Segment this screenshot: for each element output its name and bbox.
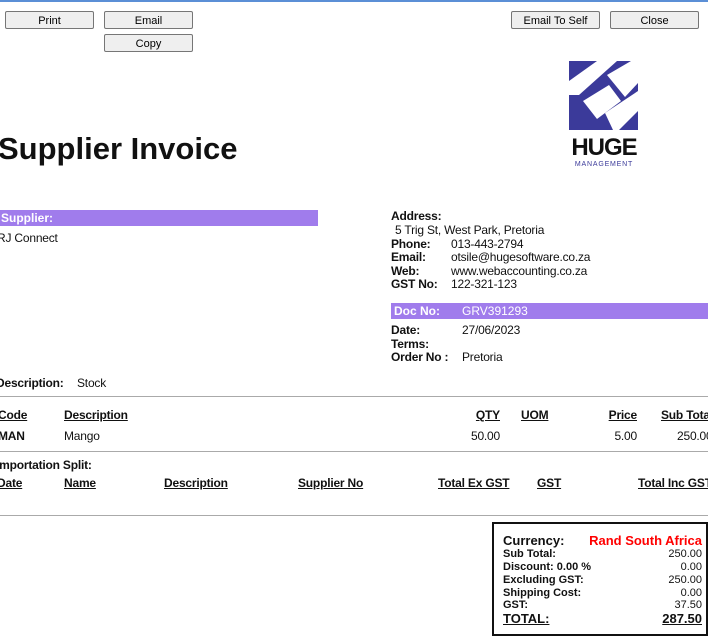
- total-value: 287.50: [662, 611, 702, 626]
- copy-button[interactable]: Copy: [104, 34, 193, 52]
- subtotal-value: 250.00: [668, 548, 702, 560]
- gst-total-label: GST:: [503, 599, 529, 611]
- order-no-value: Pretoria: [462, 350, 503, 364]
- gst-total-value: 37.50: [674, 599, 702, 611]
- excluding-gst-value: 250.00: [668, 574, 702, 586]
- row-price: 5.00: [614, 429, 637, 443]
- row-qty: 50.00: [470, 429, 500, 443]
- terms-label: Terms:: [391, 337, 429, 351]
- currency-value: Rand South Africa: [589, 533, 702, 548]
- company-logo: [569, 61, 638, 130]
- page-title: Supplier Invoice: [0, 131, 238, 166]
- importation-split-label: Importation Split:: [0, 458, 92, 472]
- row-subtotal: 250.00: [677, 429, 708, 443]
- divider: [0, 515, 708, 516]
- total-label: TOTAL:: [503, 611, 550, 626]
- gst-value: 122-321-123: [451, 277, 517, 291]
- email-to-self-button[interactable]: Email To Self: [511, 11, 600, 29]
- col-code: Code: [0, 408, 28, 422]
- web-label: Web:: [391, 264, 420, 278]
- excluding-gst-label: Excluding GST:: [503, 574, 584, 586]
- description-value: Stock: [77, 376, 107, 390]
- imp-col-date: Date: [0, 476, 23, 490]
- discount-value: 0.00: [680, 561, 702, 573]
- address-value: 5 Trig St, West Park, Pretoria: [395, 223, 545, 237]
- doc-no-label: Doc No:: [394, 304, 440, 318]
- print-button[interactable]: Print: [5, 11, 94, 29]
- logo-subtext: MANAGEMENT: [574, 161, 634, 168]
- imp-col-total-inc-gst: Total Inc GST: [638, 476, 708, 490]
- doc-no-bar: Doc No: GRV391293: [391, 303, 708, 319]
- email-button[interactable]: Email: [104, 11, 193, 29]
- top-border: [0, 0, 708, 2]
- gst-label: GST No:: [391, 277, 438, 291]
- imp-col-gst: GST: [537, 476, 562, 490]
- imp-col-description: Description: [164, 476, 228, 490]
- supplier-label: Supplier:: [1, 211, 54, 225]
- divider: [0, 451, 708, 452]
- web-value[interactable]: www.webaccounting.co.za: [451, 264, 587, 278]
- imp-col-name: Name: [64, 476, 96, 490]
- col-uom: UOM: [521, 408, 549, 422]
- order-no-label: Order No :: [391, 350, 449, 364]
- row-description: Mango: [64, 429, 100, 443]
- address-label: Address:: [391, 209, 442, 223]
- subtotal-label: Sub Total:: [503, 548, 556, 560]
- imp-col-supplier-no: Supplier No: [298, 476, 364, 490]
- date-label: Date:: [391, 323, 421, 337]
- shipping-value: 0.00: [680, 587, 702, 599]
- description-label: Description:: [0, 376, 64, 390]
- totals-box: Currency: Rand South Africa Sub Total: 2…: [492, 522, 708, 636]
- col-price: Price: [608, 408, 638, 422]
- col-qty: QTY: [475, 408, 500, 422]
- phone-label: Phone:: [391, 237, 431, 251]
- col-subtotal: Sub Total: [661, 408, 708, 422]
- currency-label: Currency:: [503, 533, 565, 548]
- phone-value: 013-443-2794: [451, 237, 524, 251]
- row-code: MAN: [0, 429, 25, 443]
- imp-col-total-ex-gst: Total Ex GST: [438, 476, 510, 490]
- col-description: Description: [64, 408, 128, 422]
- email-label: Email:: [391, 250, 426, 264]
- supplier-name: RJ Connect: [0, 231, 58, 245]
- close-button[interactable]: Close: [610, 11, 699, 29]
- divider: [0, 396, 708, 397]
- discount-label: Discount: 0.00 %: [503, 561, 592, 573]
- doc-no-value: GRV391293: [462, 304, 528, 318]
- supplier-bar: Supplier:: [0, 210, 318, 226]
- email-value[interactable]: otsile@hugesoftware.co.za: [451, 250, 590, 264]
- shipping-label: Shipping Cost:: [503, 587, 582, 599]
- date-value: 27/06/2023: [462, 323, 521, 337]
- logo-text: HUGE: [571, 134, 637, 161]
